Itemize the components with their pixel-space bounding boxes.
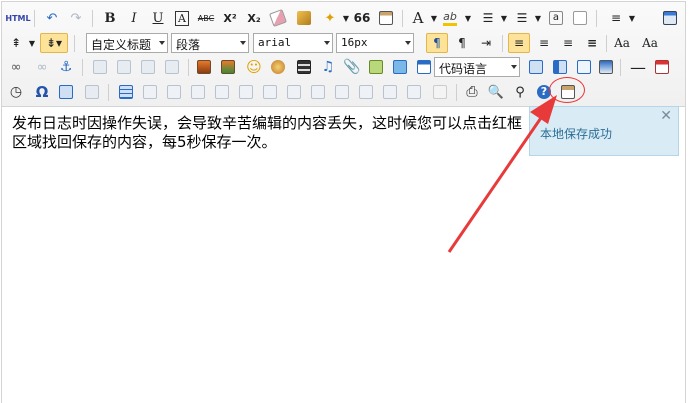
arrow-shaft (447, 111, 547, 253)
arrow-head (530, 95, 557, 124)
annotation-arrow (447, 95, 557, 253)
